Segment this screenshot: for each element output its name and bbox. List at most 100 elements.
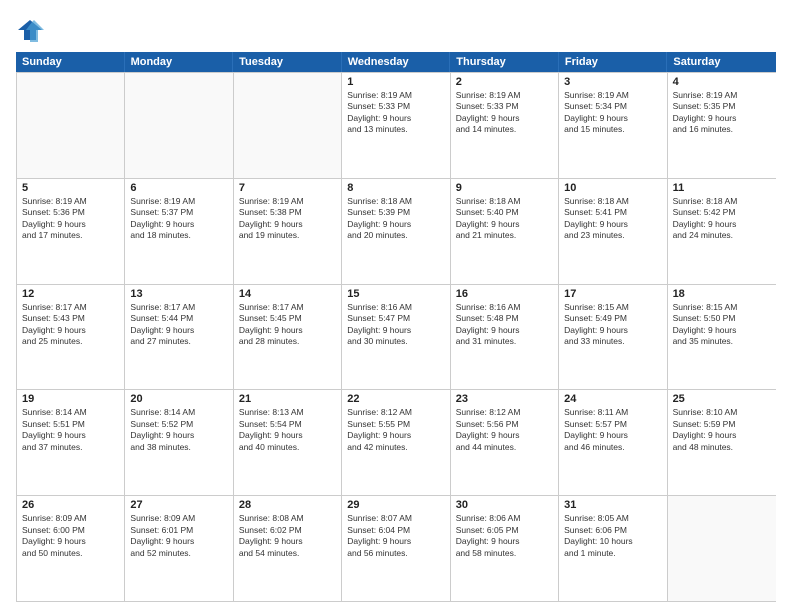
weekday-header: Saturday [667, 52, 776, 72]
cell-date: 13 [130, 288, 227, 300]
calendar: SundayMondayTuesdayWednesdayThursdayFrid… [16, 52, 776, 602]
cell-date: 27 [130, 499, 227, 511]
cell-info: Sunrise: 8:07 AM Sunset: 6:04 PM Dayligh… [347, 513, 444, 559]
calendar-week: 19 Sunrise: 8:14 AM Sunset: 5:51 PM Dayli… [17, 390, 776, 496]
calendar-cell [234, 73, 342, 178]
cell-date: 5 [22, 182, 119, 194]
calendar-cell: 23 Sunrise: 8:12 AM Sunset: 5:56 PM Dayli… [451, 390, 559, 495]
cell-info: Sunrise: 8:19 AM Sunset: 5:37 PM Dayligh… [130, 196, 227, 242]
calendar-cell: 8 Sunrise: 8:18 AM Sunset: 5:39 PM Daylig… [342, 179, 450, 284]
cell-date: 8 [347, 182, 444, 194]
cell-info: Sunrise: 8:11 AM Sunset: 5:57 PM Dayligh… [564, 407, 661, 453]
calendar-cell: 4Sunrise: 8:19 AM Sunset: 5:35 PM Daylig… [668, 73, 776, 178]
calendar-cell: 24 Sunrise: 8:11 AM Sunset: 5:57 PM Dayli… [559, 390, 667, 495]
calendar-week: 5 Sunrise: 8:19 AM Sunset: 5:36 PM Daylig… [17, 179, 776, 285]
calendar-week: 12 Sunrise: 8:17 AM Sunset: 5:43 PM Dayli… [17, 285, 776, 391]
weekday-header: Sunday [16, 52, 125, 72]
cell-date: 11 [673, 182, 771, 194]
cell-info: Sunrise: 8:16 AM Sunset: 5:48 PM Dayligh… [456, 302, 553, 348]
cell-date: 29 [347, 499, 444, 511]
cell-date: 30 [456, 499, 553, 511]
weekday-header: Tuesday [233, 52, 342, 72]
cell-date: 15 [347, 288, 444, 300]
calendar-cell: 26 Sunrise: 8:09 AM Sunset: 6:00 PM Dayli… [17, 496, 125, 601]
calendar-cell: 11 Sunrise: 8:18 AM Sunset: 5:42 PM Dayli… [668, 179, 776, 284]
calendar-cell: 25 Sunrise: 8:10 AM Sunset: 5:59 PM Dayli… [668, 390, 776, 495]
cell-info: Sunrise: 8:12 AM Sunset: 5:56 PM Dayligh… [456, 407, 553, 453]
cell-date: 26 [22, 499, 119, 511]
calendar-cell: 5 Sunrise: 8:19 AM Sunset: 5:36 PM Daylig… [17, 179, 125, 284]
cell-info: Sunrise: 8:19 AM Sunset: 5:34 PM Dayligh… [564, 90, 661, 136]
calendar-cell: 6 Sunrise: 8:19 AM Sunset: 5:37 PM Daylig… [125, 179, 233, 284]
logo [16, 16, 48, 44]
calendar-cell: 21Sunrise: 8:13 AM Sunset: 5:54 PM Dayli… [234, 390, 342, 495]
calendar-cell [125, 73, 233, 178]
weekday-header: Wednesday [342, 52, 451, 72]
cell-info: Sunrise: 8:17 AM Sunset: 5:43 PM Dayligh… [22, 302, 119, 348]
cell-date: 3 [564, 76, 661, 88]
calendar-week: 26 Sunrise: 8:09 AM Sunset: 6:00 PM Dayli… [17, 496, 776, 602]
cell-info: Sunrise: 8:19 AM Sunset: 5:35 PM Dayligh… [673, 90, 771, 136]
weekday-header: Thursday [450, 52, 559, 72]
calendar-cell: 22Sunrise: 8:12 AM Sunset: 5:55 PM Dayli… [342, 390, 450, 495]
calendar-cell: 10 Sunrise: 8:18 AM Sunset: 5:41 PM Dayli… [559, 179, 667, 284]
cell-info: Sunrise: 8:18 AM Sunset: 5:42 PM Dayligh… [673, 196, 771, 242]
calendar-cell: 31Sunrise: 8:05 AM Sunset: 6:06 PM Dayli… [559, 496, 667, 601]
cell-date: 6 [130, 182, 227, 194]
cell-date: 23 [456, 393, 553, 405]
calendar-cell: 12 Sunrise: 8:17 AM Sunset: 5:43 PM Dayli… [17, 285, 125, 390]
cell-date: 24 [564, 393, 661, 405]
calendar-cell: 15 Sunrise: 8:16 AM Sunset: 5:47 PM Dayli… [342, 285, 450, 390]
cell-date: 17 [564, 288, 661, 300]
weekday-header: Monday [125, 52, 234, 72]
cell-info: Sunrise: 8:19 AM Sunset: 5:33 PM Dayligh… [347, 90, 444, 136]
cell-info: Sunrise: 8:19 AM Sunset: 5:38 PM Dayligh… [239, 196, 336, 242]
cell-info: Sunrise: 8:10 AM Sunset: 5:59 PM Dayligh… [673, 407, 771, 453]
cell-info: Sunrise: 8:15 AM Sunset: 5:49 PM Dayligh… [564, 302, 661, 348]
calendar-cell: 13 Sunrise: 8:17 AM Sunset: 5:44 PM Dayli… [125, 285, 233, 390]
cell-info: Sunrise: 8:18 AM Sunset: 5:41 PM Dayligh… [564, 196, 661, 242]
calendar-header: SundayMondayTuesdayWednesdayThursdayFrid… [16, 52, 776, 72]
cell-info: Sunrise: 8:19 AM Sunset: 5:36 PM Dayligh… [22, 196, 119, 242]
cell-date: 18 [673, 288, 771, 300]
calendar-cell: 1 Sunrise: 8:19 AM Sunset: 5:33 PM Daylig… [342, 73, 450, 178]
calendar-cell [668, 496, 776, 601]
calendar-cell: 29 Sunrise: 8:07 AM Sunset: 6:04 PM Dayli… [342, 496, 450, 601]
cell-date: 25 [673, 393, 771, 405]
cell-info: Sunrise: 8:17 AM Sunset: 5:44 PM Dayligh… [130, 302, 227, 348]
calendar-cell: 27 Sunrise: 8:09 AM Sunset: 6:01 PM Dayli… [125, 496, 233, 601]
calendar-cell: 30 Sunrise: 8:06 AM Sunset: 6:05 PM Dayli… [451, 496, 559, 601]
cell-info: Sunrise: 8:18 AM Sunset: 5:39 PM Dayligh… [347, 196, 444, 242]
cell-date: 1 [347, 76, 444, 88]
cell-info: Sunrise: 8:13 AM Sunset: 5:54 PM Dayligh… [239, 407, 336, 453]
cell-info: Sunrise: 8:17 AM Sunset: 5:45 PM Dayligh… [239, 302, 336, 348]
logo-icon [16, 16, 44, 44]
calendar-cell: 14 Sunrise: 8:17 AM Sunset: 5:45 PM Dayli… [234, 285, 342, 390]
calendar-cell: 28Sunrise: 8:08 AM Sunset: 6:02 PM Dayli… [234, 496, 342, 601]
cell-date: 2 [456, 76, 553, 88]
cell-date: 31 [564, 499, 661, 511]
cell-info: Sunrise: 8:14 AM Sunset: 5:52 PM Dayligh… [130, 407, 227, 453]
calendar-week: 1 Sunrise: 8:19 AM Sunset: 5:33 PM Daylig… [17, 73, 776, 179]
cell-date: 22 [347, 393, 444, 405]
calendar-cell: 9Sunrise: 8:18 AM Sunset: 5:40 PM Daylig… [451, 179, 559, 284]
cell-info: Sunrise: 8:14 AM Sunset: 5:51 PM Dayligh… [22, 407, 119, 453]
calendar-cell: 2Sunrise: 8:19 AM Sunset: 5:33 PM Daylig… [451, 73, 559, 178]
calendar-cell: 3 Sunrise: 8:19 AM Sunset: 5:34 PM Daylig… [559, 73, 667, 178]
cell-info: Sunrise: 8:09 AM Sunset: 6:00 PM Dayligh… [22, 513, 119, 559]
cell-date: 16 [456, 288, 553, 300]
cell-date: 10 [564, 182, 661, 194]
cell-date: 19 [22, 393, 119, 405]
calendar-cell: 19 Sunrise: 8:14 AM Sunset: 5:51 PM Dayli… [17, 390, 125, 495]
cell-date: 9 [456, 182, 553, 194]
cell-date: 14 [239, 288, 336, 300]
cell-info: Sunrise: 8:06 AM Sunset: 6:05 PM Dayligh… [456, 513, 553, 559]
calendar-cell [17, 73, 125, 178]
cell-info: Sunrise: 8:16 AM Sunset: 5:47 PM Dayligh… [347, 302, 444, 348]
calendar-cell: 7 Sunrise: 8:19 AM Sunset: 5:38 PM Daylig… [234, 179, 342, 284]
calendar-cell: 16 Sunrise: 8:16 AM Sunset: 5:48 PM Dayli… [451, 285, 559, 390]
calendar-cell: 18Sunrise: 8:15 AM Sunset: 5:50 PM Dayli… [668, 285, 776, 390]
cell-info: Sunrise: 8:09 AM Sunset: 6:01 PM Dayligh… [130, 513, 227, 559]
cell-date: 7 [239, 182, 336, 194]
cell-date: 12 [22, 288, 119, 300]
